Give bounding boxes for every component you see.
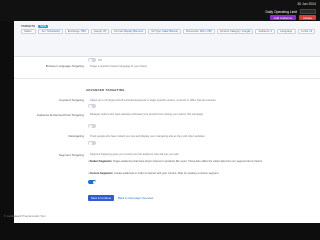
save-continue-button[interactable]: Save & Continue: [88, 195, 115, 201]
chip-schedule[interactable]: Act. Scheduled: [37, 29, 63, 34]
retargeting-toggle[interactable]: [88, 141, 96, 145]
keyword-targeting-label: Keyword Targeting: [59, 98, 84, 102]
segment-toggle-row: [88, 180, 96, 184]
left-gutter: [0, 21, 14, 240]
browser-language-desc: Target a specific browser language of yo…: [90, 64, 147, 68]
chip-dimension[interactable]: Dimension 300 x 250: [183, 29, 215, 34]
chip-status[interactable]: Status: [21, 29, 36, 34]
footer-note: © Lambdapoll Programmatic Tool: [4, 214, 46, 218]
summary-chips: Status Act. Scheduled Exchange TBA Geo(s)…: [21, 29, 317, 34]
daily-spend-label: Daily Operating Limit: [265, 9, 297, 14]
deduct-segments-option: • Deduct Segments: Target audiences that…: [88, 160, 263, 163]
back-to-overview-link[interactable]: Back to Campaign Overview: [118, 196, 153, 200]
segment-targeting-toggle[interactable]: [88, 180, 96, 184]
header-date: 30 Jun 2024: [297, 2, 316, 6]
header-actions: Add Audience Delete: [269, 15, 316, 20]
chip-audience[interactable]: Audience 2: [255, 29, 276, 34]
chip-content-category[interactable]: Content Category Google: [216, 29, 254, 34]
segment-option-custom[interactable]: • Custom Segments: Create audiences in o…: [88, 172, 268, 175]
chip-language[interactable]: Language: [277, 29, 297, 34]
segment-option-deduct[interactable]: • Deduct Segments: Target audiences that…: [88, 160, 268, 163]
segment-targeting-desc: Segment Targeting gives you control over…: [90, 153, 179, 156]
custom-segments-option: • Custom Segments: Create audiences in o…: [88, 172, 219, 175]
retargeting-toggle-row: [88, 141, 96, 145]
keyword-toggle-row: [88, 104, 96, 108]
chip-format[interactable]: Format Display Banners: [111, 29, 147, 34]
chip-ad-type[interactable]: Ad Type Static Banner: [148, 29, 182, 34]
chip-exchange[interactable]: Exchange TBA: [64, 29, 89, 34]
keyword-targeting-desc: Select up to 20 target and 20 excluded k…: [90, 98, 216, 102]
add-audience-button[interactable]: Add Audience: [269, 15, 297, 20]
daily-spend-input[interactable]: [300, 9, 316, 14]
campaign-sheet: TARGETS NEW Status Act. Scheduled Exchan…: [14, 21, 320, 223]
advanced-targeting-title: ADVANCED TARGETING: [86, 88, 125, 92]
retargeting-desc: Track people who have visited your site …: [90, 134, 205, 138]
summary-badge: NEW: [38, 24, 49, 28]
segment-targeting-label: Segment Targeting: [58, 153, 84, 157]
summary-header: TARGETS NEW: [21, 24, 49, 28]
browser-language-title: Browser Language Targeting: [45, 64, 84, 68]
targets-summary: TARGETS NEW Status Act. Scheduled Exchan…: [14, 21, 320, 57]
keyword-targeting-toggle[interactable]: [88, 104, 96, 108]
chip-limits[interactable]: Limits 13: [298, 29, 316, 34]
audience-enhanced-desc: Retarget visitors who have already purch…: [90, 113, 204, 116]
section-divider: [14, 78, 320, 79]
chip-geo[interactable]: Geo(s) 20: [90, 29, 110, 34]
browser-language-toggle-row: Off: [88, 58, 101, 62]
keyword-targeting-row: Keyword Targeting Select up to 20 target…: [20, 98, 216, 102]
retargeting-row: Retargeting Track people who have visite…: [20, 134, 205, 138]
browser-language-row: Browser Language Targeting Target a spec…: [20, 64, 147, 68]
retargeting-label: Retargeting: [68, 134, 84, 138]
segment-targeting-row: Segment Targeting Segment Targeting give…: [20, 153, 179, 157]
browser-language-toggle-label: Off: [98, 58, 102, 62]
audience-enhanced-label: Audience Enhanced Pixel Targeting: [36, 113, 84, 117]
audience-enhanced-row: Audience Enhanced Pixel Targeting Retarg…: [20, 113, 204, 117]
daily-spend-row: Daily Operating Limit: [266, 9, 316, 14]
top-bar: 30 Jun 2024 Daily Operating Limit Add Au…: [0, 0, 320, 21]
browser-language-toggle[interactable]: [88, 58, 96, 62]
audience-enhanced-toggle[interactable]: [88, 124, 96, 128]
audience-toggle-row: [88, 124, 96, 128]
delete-button[interactable]: Delete: [299, 15, 316, 20]
summary-title: TARGETS: [21, 24, 36, 28]
